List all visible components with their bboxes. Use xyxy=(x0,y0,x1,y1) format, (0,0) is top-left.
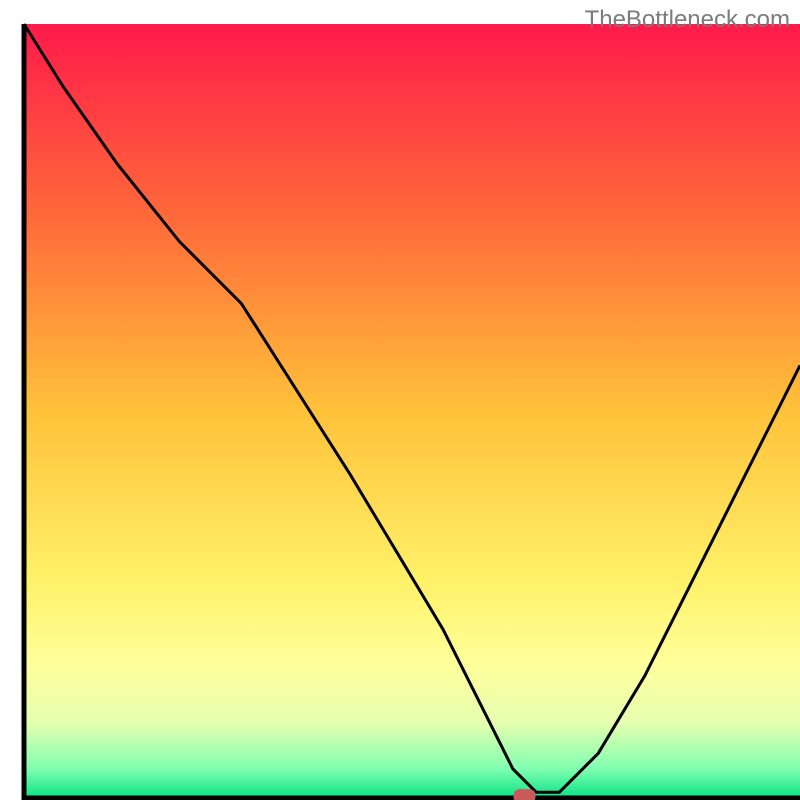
optimal-point-marker xyxy=(514,789,536,800)
plot-background xyxy=(24,24,800,800)
chart-container: TheBottleneck.com xyxy=(0,0,800,800)
watermark-text: TheBottleneck.com xyxy=(585,6,790,34)
bottleneck-chart xyxy=(0,0,800,800)
